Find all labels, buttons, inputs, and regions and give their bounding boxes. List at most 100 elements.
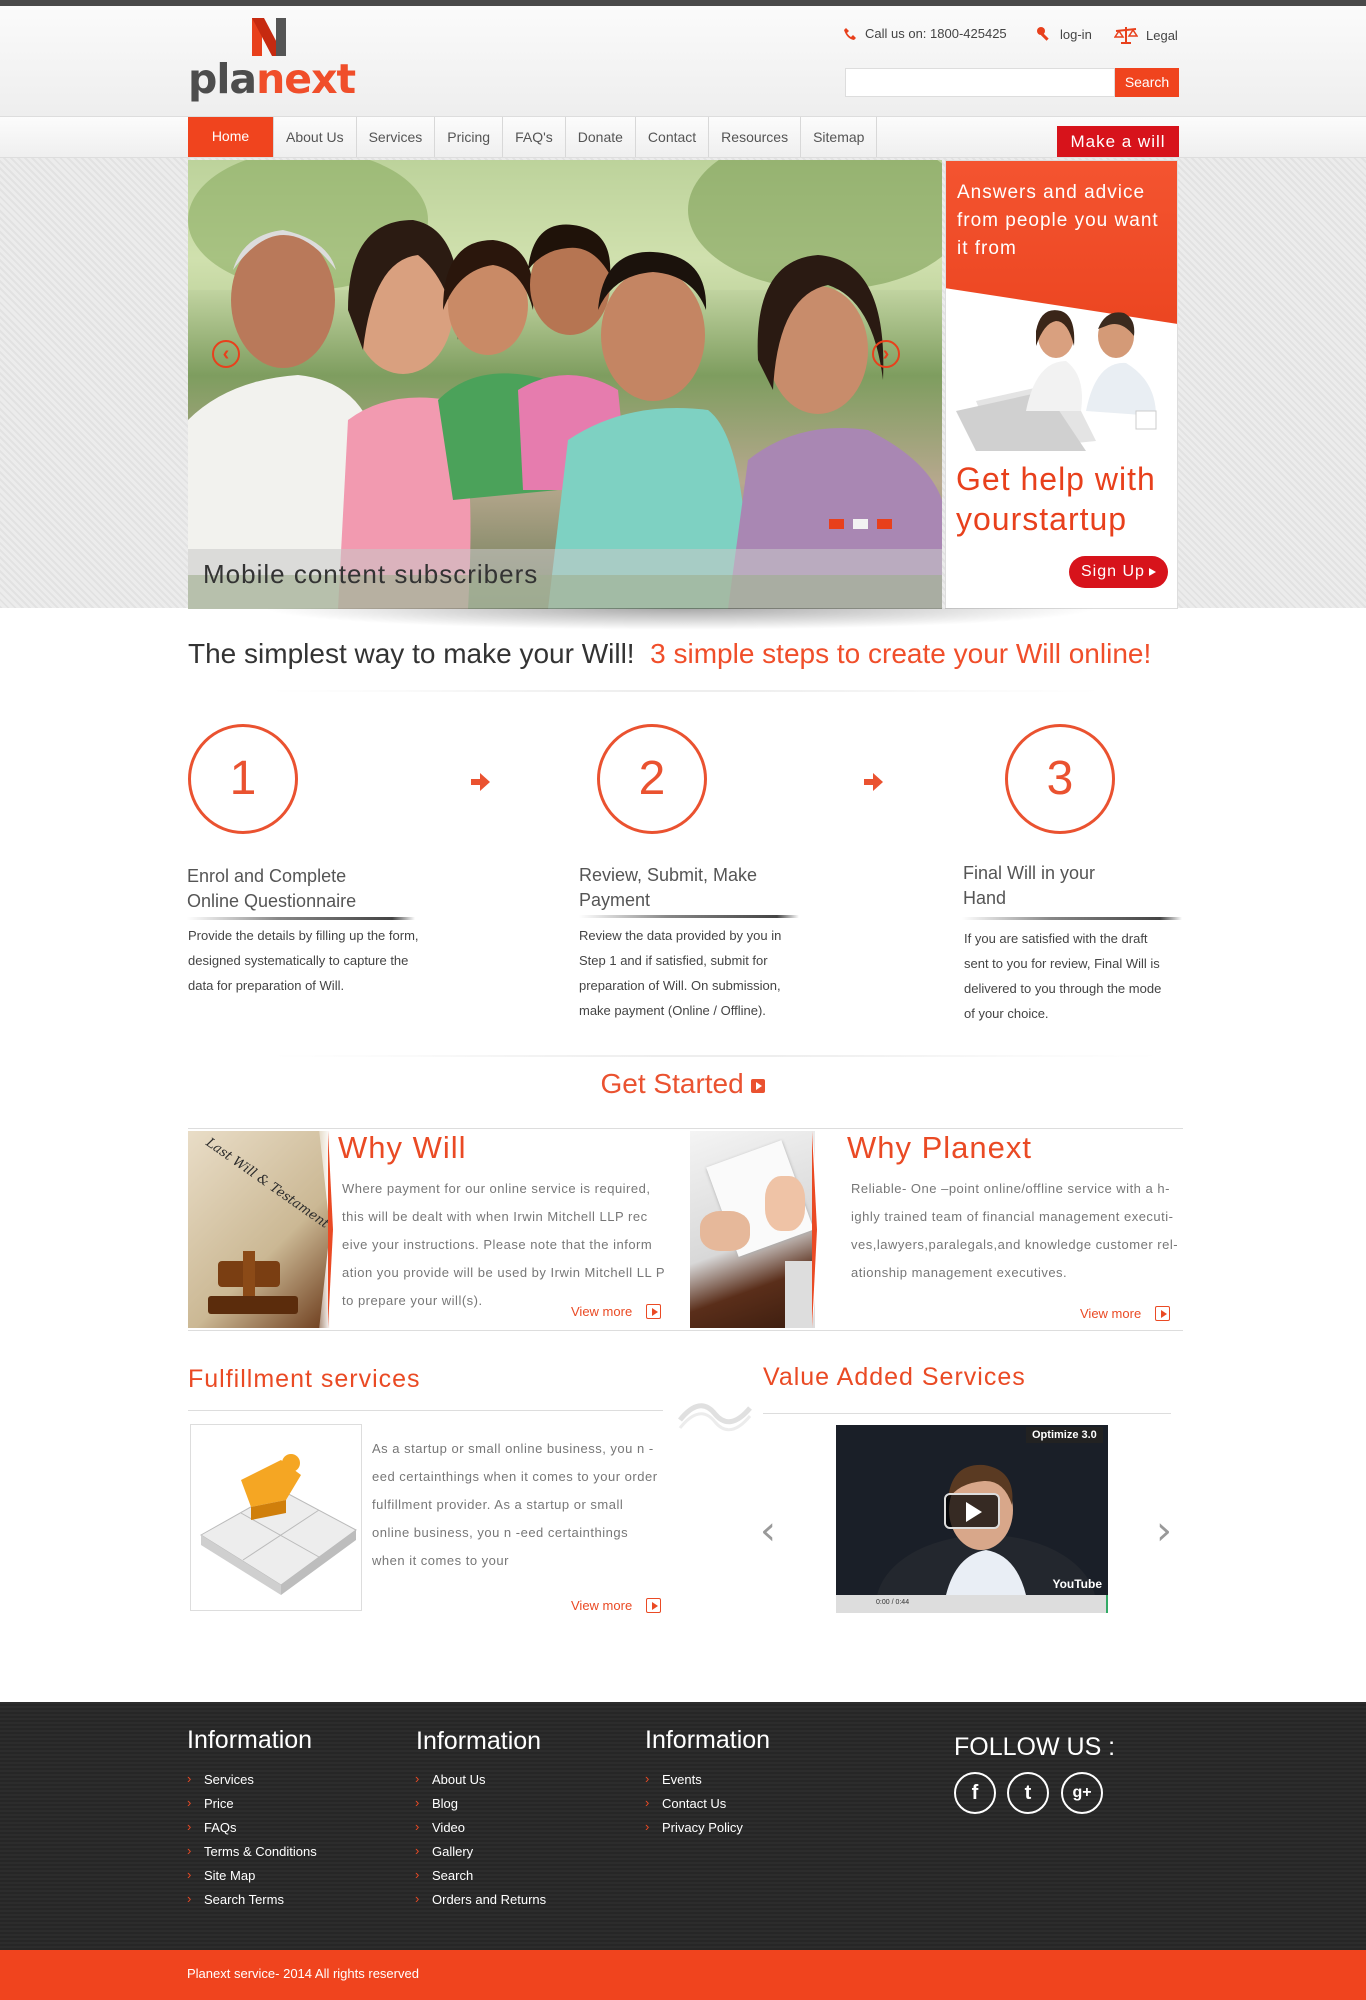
nav-services[interactable]: Services bbox=[357, 117, 436, 157]
footer-link-blog[interactable]: Blog bbox=[415, 1791, 546, 1816]
why-will-text: Where payment for our online service is … bbox=[342, 1181, 665, 1308]
step-arrow-icon bbox=[471, 773, 490, 791]
nav-home[interactable]: Home bbox=[188, 117, 274, 157]
tagline: The simplest way to make your Will! 3 si… bbox=[188, 638, 1188, 670]
video-player[interactable]: Optimize 3.0 YouTube 0:00 / 0:44 bbox=[836, 1425, 1108, 1613]
fulfillment-text: As a startup or small online business, y… bbox=[372, 1441, 658, 1568]
planext-logo[interactable]: planext bbox=[188, 18, 356, 104]
phone-icon bbox=[844, 27, 856, 40]
value-added-title: Value Added Services bbox=[763, 1363, 1026, 1391]
step-3-title: Final Will in your Hand bbox=[963, 863, 1096, 908]
divider bbox=[188, 1410, 663, 1411]
facebook-icon[interactable]: f bbox=[954, 1772, 996, 1814]
youtube-logo: YouTube bbox=[1052, 1577, 1102, 1591]
step-1-title: Enrol and Complete Online Questionnaire bbox=[187, 866, 357, 911]
legal-link[interactable]: Legal bbox=[1114, 26, 1178, 44]
divider bbox=[763, 1413, 1171, 1414]
footer-link-orders[interactable]: Orders and Returns bbox=[415, 1887, 546, 1912]
footer-link-sitemap[interactable]: Site Map bbox=[187, 1863, 317, 1888]
footer-col3-title: Information bbox=[645, 1726, 771, 1754]
video-title-badge: Optimize 3.0 bbox=[1026, 1427, 1103, 1443]
will-document-image: Last Will & Testament bbox=[188, 1131, 330, 1328]
video-controls[interactable]: 0:00 / 0:44 bbox=[836, 1595, 1106, 1613]
copyright-text: Planext service- 2014 All rights reserve… bbox=[187, 1966, 419, 1981]
footer-link-privacy[interactable]: Privacy Policy bbox=[645, 1815, 743, 1840]
signup-button[interactable]: Sign Up bbox=[1069, 556, 1168, 588]
main-nav: Home About Us Services Pricing FAQ's Don… bbox=[188, 117, 878, 157]
footer-link-search[interactable]: Search bbox=[415, 1863, 546, 1888]
search-button[interactable]: Search bbox=[1115, 68, 1179, 97]
footer-link-terms[interactable]: Terms & Conditions bbox=[187, 1839, 317, 1864]
step-underline bbox=[187, 917, 415, 920]
step-2-circle: 2 bbox=[597, 724, 707, 834]
why-planext-text: Reliable- One –point online/offline serv… bbox=[851, 1181, 1179, 1280]
promo-photo bbox=[956, 310, 1157, 451]
phone-text: Call us on: 1800-425425 bbox=[865, 26, 1007, 41]
play-arrow-icon bbox=[1149, 568, 1156, 576]
footer-link-about-us[interactable]: About Us bbox=[415, 1767, 546, 1792]
step-1-circle: 1 bbox=[188, 724, 298, 834]
play-arrow-icon bbox=[646, 1598, 662, 1613]
slider-dot[interactable] bbox=[829, 519, 844, 529]
legal-label: Legal bbox=[1146, 27, 1178, 43]
footer-link-services[interactable]: Services bbox=[187, 1767, 317, 1792]
carousel-prev-arrow[interactable]: ‹ bbox=[760, 1508, 776, 1554]
why-will-view-more[interactable]: View more bbox=[571, 1304, 662, 1319]
google-plus-icon[interactable]: g+ bbox=[1061, 1772, 1103, 1814]
footer-link-events[interactable]: Events bbox=[645, 1767, 743, 1792]
signup-label: Sign Up bbox=[1081, 563, 1145, 580]
signing-document-image bbox=[690, 1131, 815, 1328]
promo-text: Answers and advice from people you want … bbox=[957, 182, 1159, 259]
footer-col2-links: About Us Blog Video Gallery Search Order… bbox=[415, 1767, 546, 1912]
slider-dot[interactable] bbox=[877, 519, 892, 529]
tagline-part2: 3 simple steps to create your Will onlin… bbox=[650, 638, 1152, 669]
nav-donate[interactable]: Donate bbox=[566, 117, 636, 157]
footer-link-video[interactable]: Video bbox=[415, 1815, 546, 1840]
nav-about-us[interactable]: About Us bbox=[274, 117, 357, 157]
nav-pricing[interactable]: Pricing bbox=[435, 117, 504, 157]
search-input[interactable] bbox=[845, 68, 1115, 97]
family-photo bbox=[188, 160, 942, 609]
hero-caption: Mobile content subscribers bbox=[188, 549, 942, 609]
hero-prev-arrow[interactable]: ‹ bbox=[212, 340, 240, 368]
login-link[interactable]: log-in bbox=[1036, 26, 1092, 42]
get-started-link[interactable]: Get Started bbox=[0, 1068, 1366, 1100]
step-1-desc: Provide the details by filling up the fo… bbox=[188, 928, 419, 993]
footer-link-search-terms[interactable]: Search Terms bbox=[187, 1887, 317, 1912]
carousel-next-arrow[interactable]: › bbox=[1156, 1508, 1172, 1554]
footer-link-price[interactable]: Price bbox=[187, 1791, 317, 1816]
follow-us-title: FOLLOW US : bbox=[954, 1733, 1116, 1761]
nav-resources[interactable]: Resources bbox=[709, 117, 802, 157]
nav-sitemap[interactable]: Sitemap bbox=[801, 117, 878, 157]
puzzle-image bbox=[190, 1424, 362, 1611]
footer-link-faqs[interactable]: FAQs bbox=[187, 1815, 317, 1840]
footer-link-contact-us[interactable]: Contact Us bbox=[645, 1791, 743, 1816]
step-underline bbox=[962, 917, 1182, 920]
why-planext-title: Why Planext bbox=[847, 1130, 1033, 1165]
footer-link-gallery[interactable]: Gallery bbox=[415, 1839, 546, 1864]
footer-col3-links: Events Contact Us Privacy Policy bbox=[645, 1767, 743, 1840]
nav-faqs[interactable]: FAQ's bbox=[503, 117, 566, 157]
fulfillment-view-more[interactable]: View more bbox=[571, 1598, 662, 1613]
why-planext-view-more[interactable]: View more bbox=[1080, 1306, 1171, 1321]
view-more-label: View more bbox=[571, 1304, 633, 1319]
footer-col2-title: Information bbox=[416, 1727, 542, 1755]
step-3-desc: If you are satisfied with the draft sent… bbox=[964, 931, 1162, 1021]
make-a-will-button[interactable]: Make a will bbox=[1057, 126, 1179, 157]
footer-col1-links: Services Price FAQs Terms & Conditions S… bbox=[187, 1767, 317, 1912]
hero-shadow bbox=[260, 608, 1100, 630]
twitter-icon[interactable]: t bbox=[1007, 1772, 1049, 1814]
step-underline bbox=[579, 915, 799, 918]
step-2-title: Review, Submit, Make Payment bbox=[579, 865, 758, 910]
slider-dot[interactable] bbox=[853, 519, 868, 529]
nav-contact[interactable]: Contact bbox=[636, 117, 710, 157]
step-2-desc: Review the data provided by you in Step … bbox=[579, 928, 782, 1018]
view-more-label: View more bbox=[571, 1598, 633, 1613]
hero-next-arrow[interactable]: › bbox=[872, 340, 900, 368]
step-3-circle: 3 bbox=[1005, 724, 1115, 834]
play-arrow-icon bbox=[1155, 1306, 1171, 1321]
video-play-button[interactable] bbox=[944, 1493, 1000, 1529]
phone-contact: Call us on: 1800-425425 bbox=[843, 26, 1007, 41]
why-will-title: Why Will bbox=[338, 1130, 467, 1165]
view-more-label: View more bbox=[1080, 1306, 1142, 1321]
